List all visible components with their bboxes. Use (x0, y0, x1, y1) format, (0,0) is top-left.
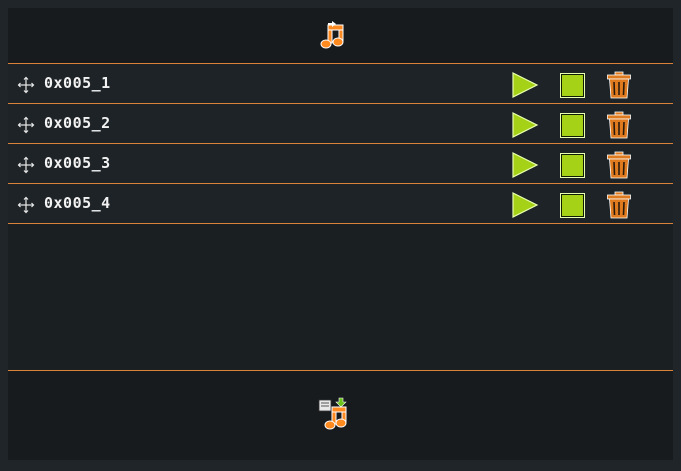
trash-icon[interactable] (606, 191, 632, 219)
play-icon[interactable] (511, 191, 539, 219)
play-icon[interactable] (511, 151, 539, 179)
stop-icon[interactable] (560, 113, 585, 138)
move-arrows-icon[interactable] (17, 156, 35, 174)
track-name: 0x005_4 (44, 194, 111, 212)
play-icon[interactable] (511, 111, 539, 139)
stop-icon[interactable] (560, 153, 585, 178)
track-name: 0x005_1 (44, 74, 111, 92)
panel-header (8, 8, 673, 64)
music-export-icon[interactable] (318, 397, 352, 431)
track-row: 0x005_4 (8, 184, 673, 224)
trash-icon[interactable] (606, 151, 632, 179)
trash-icon[interactable] (606, 71, 632, 99)
track-list: 0x005_1 0x005_2 0x005_3 0x005_4 (8, 64, 673, 224)
move-arrows-icon[interactable] (17, 116, 35, 134)
track-row: 0x005_3 (8, 144, 673, 184)
stop-icon[interactable] (560, 73, 585, 98)
music-import-icon[interactable] (319, 20, 349, 50)
track-row: 0x005_2 (8, 104, 673, 144)
track-name: 0x005_3 (44, 154, 111, 172)
trash-icon[interactable] (606, 111, 632, 139)
track-name: 0x005_2 (44, 114, 111, 132)
play-icon[interactable] (511, 71, 539, 99)
track-row: 0x005_1 (8, 64, 673, 104)
stop-icon[interactable] (560, 193, 585, 218)
panel-footer (8, 370, 673, 460)
move-arrows-icon[interactable] (17, 196, 35, 214)
track-panel: 0x005_1 0x005_2 0x005_3 0x005_4 (8, 8, 673, 460)
move-arrows-icon[interactable] (17, 76, 35, 94)
